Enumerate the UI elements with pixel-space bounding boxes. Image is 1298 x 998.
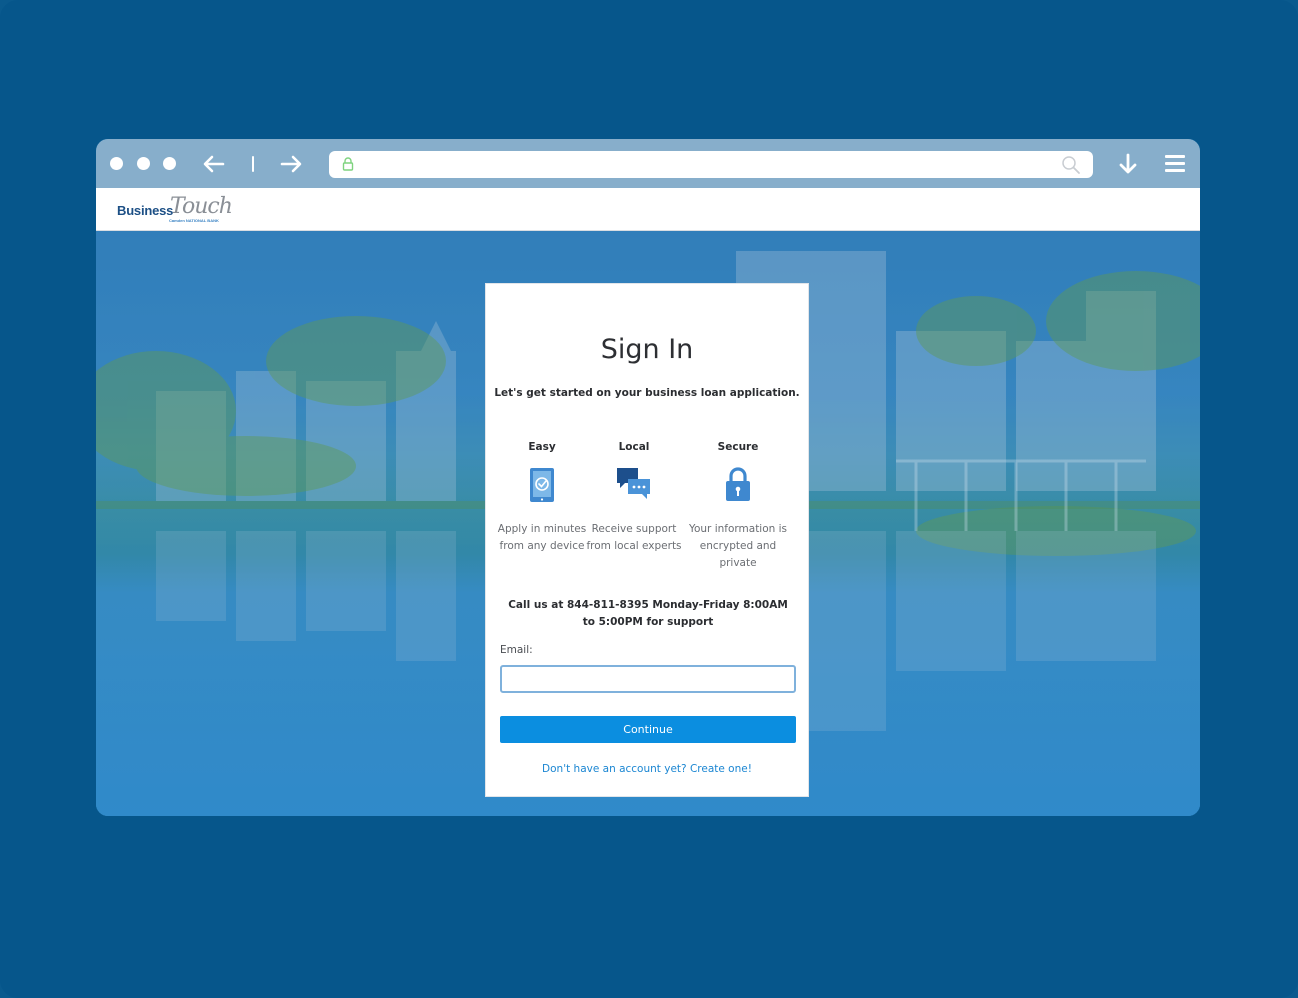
support-phone-text: Call us at 844-811-8395 Monday-Friday 8:… <box>508 599 788 628</box>
create-account-link[interactable]: Don't have an account yet? Create one! <box>486 763 808 775</box>
intro-text: Let's get started on your business loan … <box>494 387 800 399</box>
feature-title: Easy <box>528 441 556 453</box>
padlock-icon <box>720 467 756 505</box>
window-dot-maximize[interactable] <box>163 157 176 170</box>
browser-menu-button[interactable] <box>1164 153 1186 175</box>
forward-button[interactable] <box>279 152 303 176</box>
page-content: Sign In Let's get started on your busine… <box>96 231 1200 816</box>
feature-title: Secure <box>717 441 759 453</box>
tablet-check-icon <box>524 467 560 505</box>
signin-card: Sign In Let's get started on your busine… <box>485 283 809 797</box>
feature-description: Receive support from local experts <box>586 523 682 552</box>
address-bar[interactable] <box>329 151 1093 180</box>
screenshot-frame: Business Touch Camden NATIONAL BANK Sign… <box>0 0 1298 998</box>
browser-window: Business Touch Camden NATIONAL BANK Sign… <box>96 139 1200 816</box>
logo-tagline: Camden NATIONAL BANK <box>169 218 219 223</box>
feature-title: Local <box>618 441 650 453</box>
browser-toolbar <box>96 139 1200 188</box>
logo-business-text: Business <box>117 203 174 218</box>
page-title: Sign In <box>600 334 694 365</box>
arrow-right-icon <box>280 155 302 173</box>
window-dot-minimize[interactable] <box>137 157 150 170</box>
back-button[interactable] <box>202 152 226 176</box>
feature-secure: Secure Your information is encrypted and… <box>688 441 788 572</box>
continue-button[interactable]: Continue <box>500 716 796 743</box>
feature-description: Your information is encrypted and privat… <box>688 523 788 569</box>
lock-icon <box>342 157 354 176</box>
email-label: Email: <box>500 644 533 656</box>
email-field[interactable] <box>500 665 796 693</box>
feature-local: Local Receive support from local experts <box>584 441 684 555</box>
hamburger-menu-icon <box>1165 155 1185 158</box>
window-dot-close[interactable] <box>110 157 123 170</box>
chat-bubbles-icon <box>616 467 652 505</box>
download-arrow-icon <box>1119 153 1137 174</box>
feature-description: Apply in minutes from any device <box>497 523 587 552</box>
logo-touch-text: Touch <box>170 194 233 219</box>
download-button[interactable] <box>1117 152 1139 176</box>
address-input[interactable] <box>365 151 1049 180</box>
site-header: Business Touch Camden NATIONAL BANK <box>96 188 1200 231</box>
arrow-left-icon <box>203 155 225 173</box>
toolbar-separator <box>252 156 254 172</box>
feature-easy: Easy Apply in minutes from any device <box>492 441 592 555</box>
search-icon[interactable] <box>1061 155 1081 180</box>
